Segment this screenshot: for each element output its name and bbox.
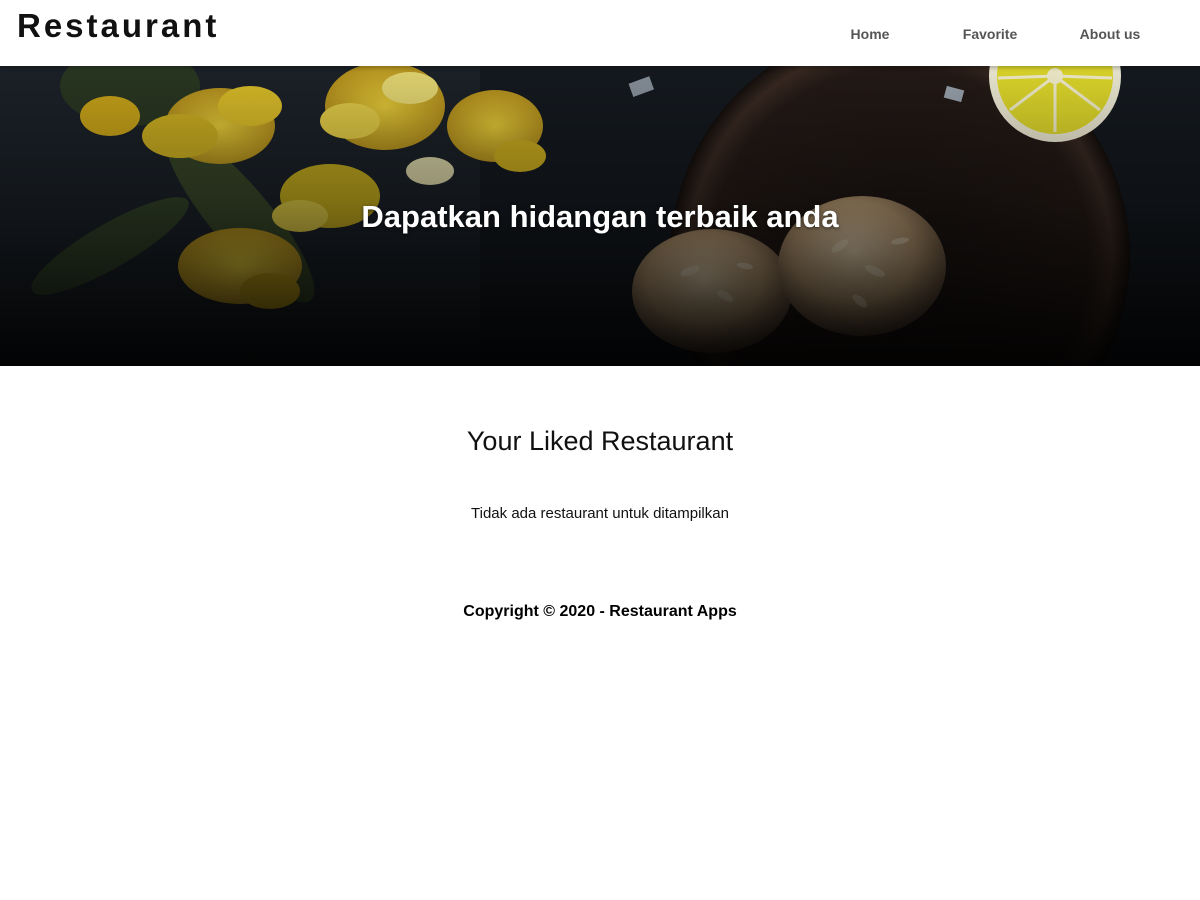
hero-section: Dapatkan hidangan terbaik anda xyxy=(0,66,1200,366)
main-content: Your Liked Restaurant Tidak ada restaura… xyxy=(0,424,1200,524)
nav-link-home[interactable]: Home xyxy=(810,22,930,44)
footer-copyright: Copyright © 2020 - Restaurant Apps xyxy=(463,603,737,620)
content-title: Your Liked Restaurant xyxy=(466,426,734,456)
nav-link-about-us[interactable]: About us xyxy=(1050,22,1170,44)
hero-title: Dapatkan hidangan terbaik anda xyxy=(361,199,839,234)
main-nav: Home Favorite About us xyxy=(810,0,1170,66)
app-bar: Restaurant Home Favorite About us xyxy=(0,0,1200,66)
nav-link-favorite[interactable]: Favorite xyxy=(930,22,1050,44)
brand-logo[interactable]: Restaurant xyxy=(17,6,219,46)
empty-state-message: Tidak ada restaurant untuk ditampilkan xyxy=(471,505,729,522)
